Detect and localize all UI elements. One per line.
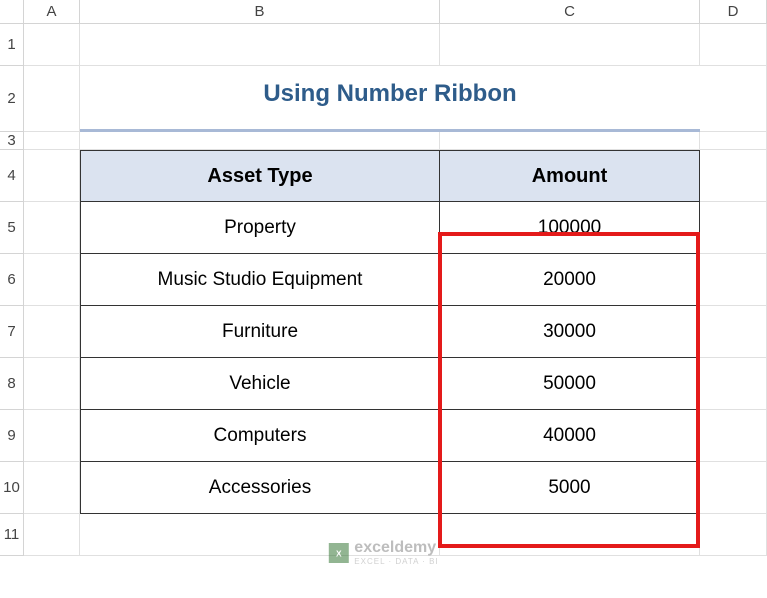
cell-d7[interactable]	[700, 306, 767, 358]
table-row[interactable]: 20000	[440, 254, 700, 306]
cell-a5[interactable]	[24, 202, 80, 254]
cell-a8[interactable]	[24, 358, 80, 410]
cell-d4[interactable]	[700, 150, 767, 202]
row-header-3[interactable]: 3	[0, 132, 24, 150]
row-header-1[interactable]: 1	[0, 24, 24, 66]
row-header-9[interactable]: 9	[0, 410, 24, 462]
cell-b3[interactable]	[80, 132, 440, 150]
cell-d10[interactable]	[700, 462, 767, 514]
svg-text:X: X	[335, 548, 341, 558]
row-header-10[interactable]: 10	[0, 462, 24, 514]
row-header-8[interactable]: 8	[0, 358, 24, 410]
col-header-d[interactable]: D	[700, 0, 767, 24]
row-header-11[interactable]: 11	[0, 514, 24, 556]
row-header-4[interactable]: 4	[0, 150, 24, 202]
cell-d1[interactable]	[700, 24, 767, 66]
cell-d8[interactable]	[700, 358, 767, 410]
col-header-b[interactable]: B	[80, 0, 440, 24]
cell-a3[interactable]	[24, 132, 80, 150]
cell-d11[interactable]	[700, 514, 767, 556]
table-header-amount[interactable]: Amount	[440, 150, 700, 202]
cell-a11[interactable]	[24, 514, 80, 556]
table-row[interactable]: 50000	[440, 358, 700, 410]
cell-d3[interactable]	[700, 132, 767, 150]
table-row[interactable]: 100000	[440, 202, 700, 254]
select-all-corner[interactable]	[0, 0, 24, 24]
table-row[interactable]: Vehicle	[80, 358, 440, 410]
table-row[interactable]: 5000	[440, 462, 700, 514]
cell-c11[interactable]	[440, 514, 700, 556]
table-row[interactable]: Property	[80, 202, 440, 254]
col-header-c[interactable]: C	[440, 0, 700, 24]
cell-a2[interactable]	[24, 66, 80, 132]
cell-b1[interactable]	[80, 24, 440, 66]
row-header-7[interactable]: 7	[0, 306, 24, 358]
table-row[interactable]: Furniture	[80, 306, 440, 358]
table-row[interactable]: Computers	[80, 410, 440, 462]
table-row[interactable]: Music Studio Equipment	[80, 254, 440, 306]
cell-a4[interactable]	[24, 150, 80, 202]
cell-a9[interactable]	[24, 410, 80, 462]
table-row[interactable]: 30000	[440, 306, 700, 358]
excel-icon: X	[328, 543, 348, 563]
cell-d9[interactable]	[700, 410, 767, 462]
cell-c1[interactable]	[440, 24, 700, 66]
row-header-2[interactable]: 2	[0, 66, 24, 132]
cell-d2[interactable]	[700, 66, 767, 132]
cell-a6[interactable]	[24, 254, 80, 306]
table-header-asset[interactable]: Asset Type	[80, 150, 440, 202]
cell-a10[interactable]	[24, 462, 80, 514]
cell-d5[interactable]	[700, 202, 767, 254]
watermark-tagline: EXCEL · DATA · BI	[354, 557, 438, 566]
watermark: X exceldemy EXCEL · DATA · BI	[328, 539, 438, 566]
page-title: Using Number Ribbon	[80, 66, 700, 132]
watermark-name: exceldemy	[354, 539, 438, 557]
cell-a7[interactable]	[24, 306, 80, 358]
row-header-6[interactable]: 6	[0, 254, 24, 306]
spreadsheet-grid: A B C D 1 2 Using Number Ribbon 3 4 Asse…	[0, 0, 767, 556]
table-row[interactable]: Accessories	[80, 462, 440, 514]
col-header-a[interactable]: A	[24, 0, 80, 24]
cell-c3[interactable]	[440, 132, 700, 150]
table-row[interactable]: 40000	[440, 410, 700, 462]
cell-d6[interactable]	[700, 254, 767, 306]
row-header-5[interactable]: 5	[0, 202, 24, 254]
cell-a1[interactable]	[24, 24, 80, 66]
